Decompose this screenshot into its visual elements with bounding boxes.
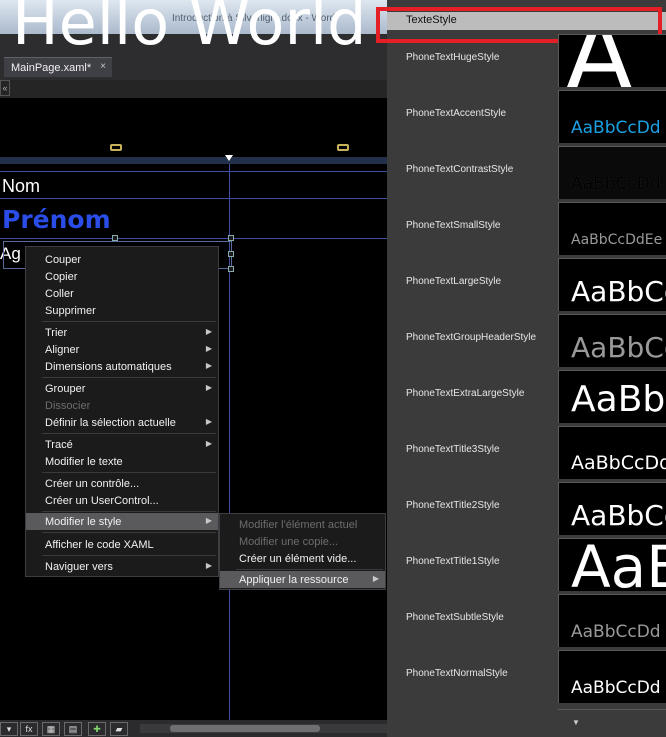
menu-item-naviguer-vers[interactable]: Naviguer vers ▶: [26, 558, 218, 575]
menu-separator: [42, 433, 216, 434]
menu-separator: [42, 377, 216, 378]
style-preview: AaBbCcDdEe: [558, 202, 666, 255]
submenu-arrow-icon: ▶: [205, 516, 212, 525]
menu-item-coller[interactable]: Coller: [26, 285, 218, 302]
submenu-arrow-icon: ▶: [205, 439, 212, 448]
style-preview: A: [558, 34, 666, 87]
style-preview: AaBbCcDd: [558, 650, 666, 703]
menu-item-couper[interactable]: Couper: [26, 251, 218, 268]
menu-item-dissocier: Dissocier: [45, 400, 91, 412]
menu-separator: [42, 472, 216, 473]
menu-item-afficher-xaml[interactable]: Afficher le code XAML: [26, 536, 218, 553]
blend-editor-window: Introduction à Silverlight.docx - Word M…: [0, 0, 666, 737]
annotation-icon[interactable]: ▰: [110, 722, 128, 736]
style-item-phonetextcontraststyle[interactable]: PhoneTextContrastStyle AaBbCcDd: [387, 143, 666, 199]
style-item-phonetexttitle3style[interactable]: PhoneTextTitle3Style AaBbCcDd: [387, 423, 666, 479]
scroll-down-icon[interactable]: ▼: [572, 718, 580, 727]
scrollbar-thumb[interactable]: [170, 725, 320, 732]
style-preview: AaBbCcDd: [558, 426, 666, 479]
submenu-arrow-icon: ▶: [205, 344, 212, 353]
menu-item-copier[interactable]: Copier: [26, 268, 218, 285]
submenu-arrow-icon: ▶: [205, 383, 212, 392]
menu-item-trace[interactable]: Tracé ▶: [26, 436, 218, 453]
submenu-item-modifier-element: Modifier l'élément actuel: [239, 519, 358, 531]
style-item-phonetextgroupheaderstyle[interactable]: PhoneTextGroupHeaderStyle AaBbCc: [387, 311, 666, 367]
lock-icon[interactable]: [337, 144, 349, 151]
breadcrumb: «: [0, 80, 388, 98]
resize-handle[interactable]: [228, 266, 234, 272]
snap-lines-icon[interactable]: ✚: [88, 722, 106, 736]
style-preview: AaBbCc: [558, 314, 666, 367]
style-item-phonetextnormalstyle[interactable]: PhoneTextNormalStyle AaBbCcDd: [387, 647, 666, 703]
style-preview: AaBbCcDd: [558, 594, 666, 647]
grid-row-line: [0, 171, 388, 172]
submenu-arrow-icon: ▶: [205, 327, 212, 336]
resize-handle[interactable]: [228, 251, 234, 257]
submenu-arrow-icon: ▶: [205, 361, 212, 370]
style-preview: AaBb: [558, 370, 666, 423]
breadcrumb-back-icon[interactable]: «: [0, 80, 10, 96]
submenu-item-appliquer-ressource[interactable]: Appliquer la ressource ▶: [220, 571, 385, 588]
submenu-arrow-icon: ▶: [205, 417, 212, 426]
style-item-phonetexthugestyle[interactable]: PhoneTextHugeStyle A: [387, 31, 666, 87]
style-item-phonetextsubtlestyle[interactable]: PhoneTextSubtleStyle AaBbCcDd: [387, 591, 666, 647]
menu-separator: [236, 569, 383, 570]
menu-item-creer-controle[interactable]: Créer un contrôle...: [26, 475, 218, 492]
lock-icon[interactable]: [110, 144, 122, 151]
menu-separator: [42, 511, 216, 512]
submenu-arrow-icon: ▶: [372, 574, 379, 583]
label-nom[interactable]: Nom: [2, 176, 40, 197]
menu-item-supprimer[interactable]: Supprimer: [26, 302, 218, 319]
style-preview: AaBbCcDd: [558, 146, 666, 199]
style-item-phonetexttitle1style[interactable]: PhoneTextTitle1Style AaB: [387, 535, 666, 591]
menu-separator: [42, 532, 216, 533]
style-item-phonetextsmallstyle[interactable]: PhoneTextSmallStyle AaBbCcDdEe: [387, 199, 666, 255]
dropdown-icon[interactable]: ▾: [0, 722, 18, 736]
style-item-phonetextextralargestyle[interactable]: PhoneTextExtraLargeStyle AaBb: [387, 367, 666, 423]
grid-row-line: [0, 238, 388, 239]
resize-handle[interactable]: [228, 235, 234, 241]
grid-view-icon[interactable]: ▦: [42, 722, 60, 736]
page-title-text[interactable]: Hello World: [12, 0, 367, 63]
style-preview: AaBbCc: [558, 258, 666, 311]
menu-item-definir-selection[interactable]: Définir la sélection actuelle ▶: [26, 414, 218, 431]
style-preview: AaBbCc: [558, 482, 666, 535]
style-item-phonetexttitle2style[interactable]: PhoneTextTitle2Style AaBbCc: [387, 479, 666, 535]
menu-item-modifier-texte[interactable]: Modifier le texte: [26, 453, 218, 470]
style-preview: AaBbCcDd: [558, 90, 666, 143]
menu-item-trier[interactable]: Trier ▶: [26, 324, 218, 341]
menu-item-dimensions-automatiques[interactable]: Dimensions automatiques ▶: [26, 358, 218, 375]
style-item-phonetextaccentstyle[interactable]: PhoneTextAccentStyle AaBbCcDd: [387, 87, 666, 143]
grid-ruler[interactable]: [0, 157, 388, 164]
context-menu: Couper Copier Coller Supprimer Trier ▶ Al…: [25, 246, 219, 577]
menu-separator: [42, 321, 216, 322]
menu-item-modifier-style[interactable]: Modifier le style ▶: [26, 513, 218, 530]
style-item-phonetextlargestyle[interactable]: PhoneTextLargeStyle AaBbCc: [387, 255, 666, 311]
tab-label: MainPage.xaml*: [11, 62, 92, 74]
grid-divider-marker-icon[interactable]: [225, 155, 233, 161]
snap-grid-icon[interactable]: ▤: [64, 722, 82, 736]
menu-separator: [42, 555, 216, 556]
submenu-item-modifier-copie: Modifier une copie...: [239, 536, 339, 548]
resize-handle[interactable]: [112, 235, 118, 241]
grid-row-line: [0, 198, 388, 199]
menu-item-creer-usercontrol[interactable]: Créer un UserControl...: [26, 492, 218, 509]
menu-item-grouper[interactable]: Grouper ▶: [26, 380, 218, 397]
effects-fx-icon[interactable]: fx: [20, 722, 38, 736]
submenu-item-creer-element-vide[interactable]: Créer un élément vide...: [220, 550, 385, 567]
submenu-arrow-icon: ▶: [205, 561, 212, 570]
menu-item-aligner[interactable]: Aligner ▶: [26, 341, 218, 358]
style-submenu: Modifier l'élément actuel Modifier une c…: [219, 513, 386, 590]
style-preview: AaB: [558, 538, 666, 591]
label-prenom[interactable]: Prénom: [2, 205, 111, 234]
panel-scroll-footer[interactable]: ▼: [558, 709, 666, 737]
